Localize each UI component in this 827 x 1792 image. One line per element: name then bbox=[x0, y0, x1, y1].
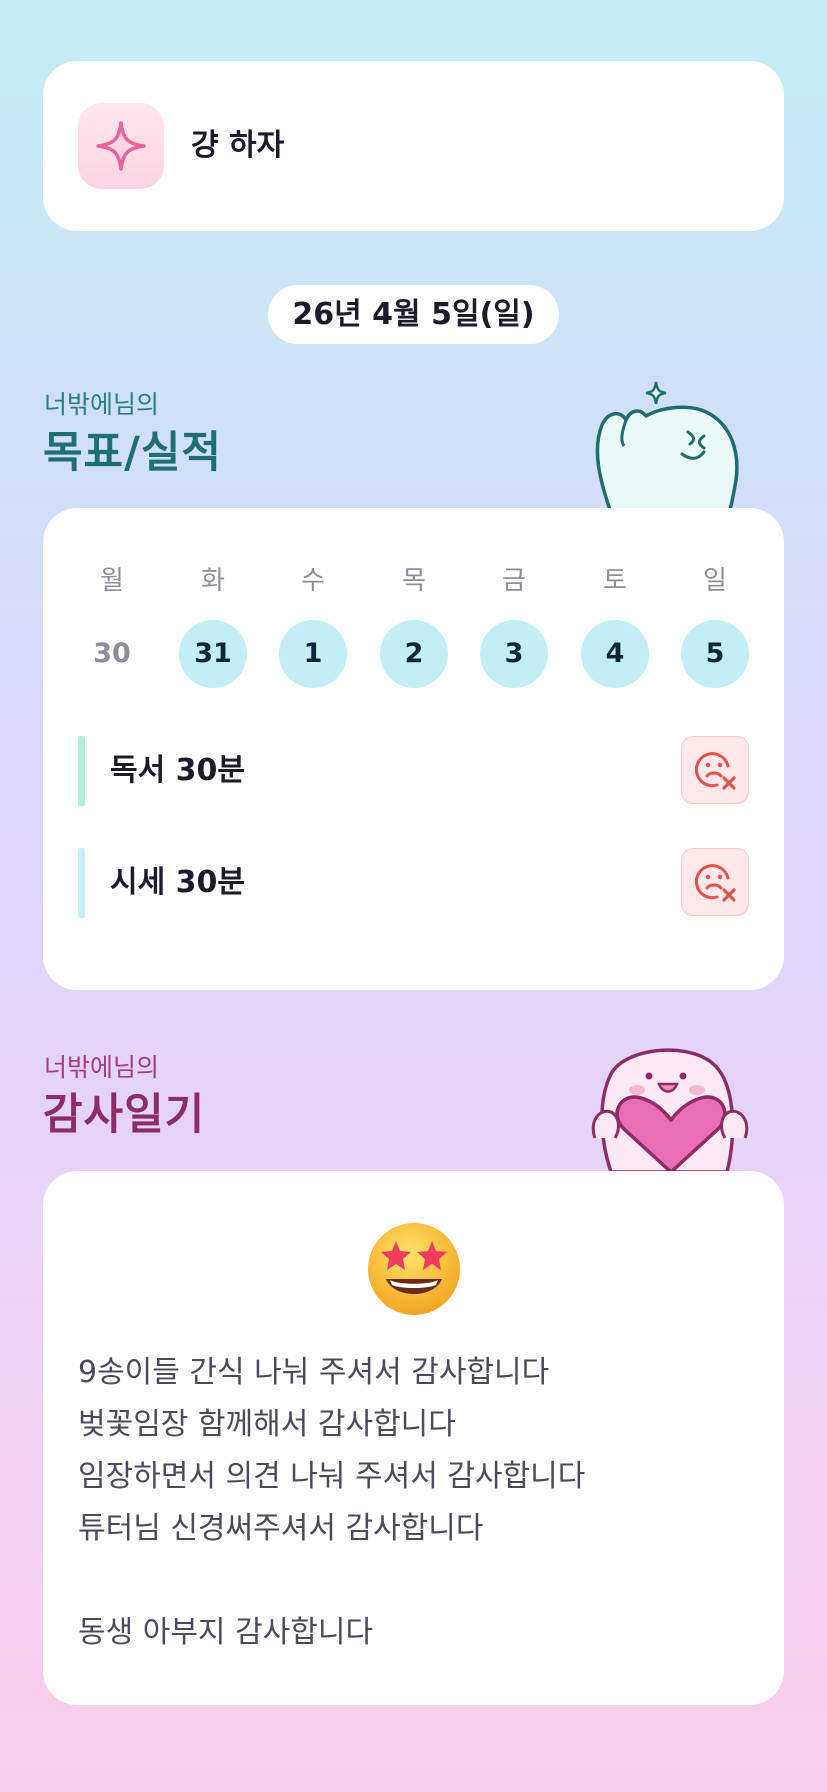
goals-title: 목표/실적 bbox=[43, 428, 222, 478]
goal-color-bar bbox=[78, 848, 85, 918]
sad-face-x-icon[interactable] bbox=[681, 848, 749, 916]
date-cell-30[interactable]: 30 bbox=[78, 620, 146, 688]
ghost-character-icon bbox=[595, 381, 739, 510]
weekday-label-sun: 일 bbox=[703, 566, 727, 596]
diary-subtitle: 너밖에님의 bbox=[44, 1053, 160, 1082]
goal-label: 시세 30분 bbox=[110, 865, 245, 900]
diary-line: 임장하면서 의견 나눠 주셔서 감사합니다 bbox=[78, 1459, 586, 1494]
date-cell-5[interactable]: 5 bbox=[681, 620, 749, 688]
weekday-label-wed: 수 bbox=[301, 566, 325, 596]
goals-card: 월 화 수 목 금 토 일 30 31 1 2 3 4 5 독서 30분 시세 … bbox=[43, 508, 784, 990]
sad-face-x-icon[interactable] bbox=[681, 736, 749, 804]
goals-subtitle: 너밖에님의 bbox=[44, 390, 160, 419]
gratitude-diary-card: 9송이들 간식 나눠 주셔서 감사합니다 벚꽃임장 함께해서 감사합니다 임장하… bbox=[43, 1171, 784, 1705]
goal-label: 독서 30분 bbox=[110, 753, 245, 788]
star-struck-emoji-icon bbox=[368, 1223, 460, 1315]
date-cell-3[interactable]: 3 bbox=[480, 620, 548, 688]
date-cell-1[interactable]: 1 bbox=[279, 620, 347, 688]
date-cell-4[interactable]: 4 bbox=[581, 620, 649, 688]
diary-line: 동생 아부지 감사합니다 bbox=[78, 1615, 374, 1650]
greeting-text: 걍 하자 bbox=[191, 128, 285, 163]
diary-title: 감사일기 bbox=[43, 1090, 206, 1140]
greeting-card[interactable]: 걍 하자 bbox=[43, 61, 784, 231]
goal-item[interactable]: 시세 30분 bbox=[78, 848, 749, 918]
goal-color-bar bbox=[78, 736, 85, 806]
date-cell-2[interactable]: 2 bbox=[380, 620, 448, 688]
sparkle-icon bbox=[78, 103, 164, 189]
diary-line: 9송이들 간식 나눠 주셔서 감사합니다 bbox=[78, 1355, 550, 1390]
weekday-label-sat: 토 bbox=[603, 566, 627, 596]
weekday-label-fri: 금 bbox=[502, 566, 526, 596]
weekday-label-tue: 화 bbox=[201, 566, 225, 596]
weekday-label-thu: 목 bbox=[402, 566, 426, 596]
diary-line: 튜터님 신경써주셔서 감사합니다 bbox=[78, 1511, 484, 1546]
heart-character-icon bbox=[591, 1048, 749, 1172]
weekday-label-mon: 월 bbox=[100, 566, 124, 596]
date-pill[interactable]: 26년 4월 5일(일) bbox=[268, 285, 559, 344]
date-cell-31[interactable]: 31 bbox=[179, 620, 247, 688]
diary-line: 벚꽃임장 함께해서 감사합니다 bbox=[78, 1407, 456, 1442]
goal-item[interactable]: 독서 30분 bbox=[78, 736, 749, 806]
